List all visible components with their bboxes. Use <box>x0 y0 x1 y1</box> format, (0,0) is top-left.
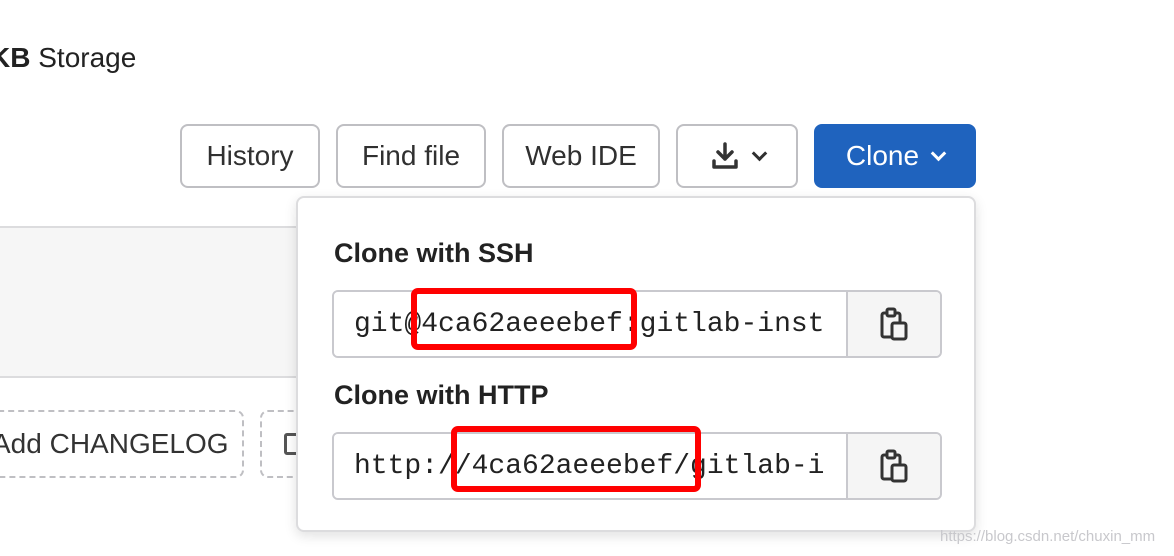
chevron-down-icon <box>930 145 947 161</box>
find-file-label: Find file <box>361 140 461 171</box>
copy-ssh-button[interactable] <box>846 292 940 356</box>
find-file-button[interactable]: Find file <box>336 124 486 188</box>
chevron-down-icon <box>751 145 767 161</box>
history-button[interactable]: History <box>180 124 320 188</box>
clone-http-title: Clone with HTTP <box>334 380 549 410</box>
web-ide-button[interactable]: Web IDE <box>502 124 660 188</box>
watermark: https://blog.csdn.net/chuxin_mm <box>940 528 1156 545</box>
page: KB Storage Add CHANGELOG History Find fi… <box>0 0 1174 556</box>
add-changelog-label: Add CHANGELOG <box>0 428 229 459</box>
storage-size: KB <box>0 42 31 73</box>
storage-stat[interactable]: KB Storage <box>0 42 136 74</box>
history-label: History <box>206 140 294 171</box>
copy-http-button[interactable] <box>846 434 940 498</box>
download-button[interactable] <box>676 124 798 188</box>
add-changelog-button[interactable]: Add CHANGELOG <box>0 410 244 478</box>
readme-panel <box>0 226 318 378</box>
clipboard-icon <box>880 449 908 483</box>
clone-button[interactable]: Clone <box>814 124 976 188</box>
ssh-url-field[interactable]: git@4ca62aeeebef:gitlab-inst <box>334 292 846 356</box>
web-ide-label: Web IDE <box>525 140 637 171</box>
clone-dropdown: Clone with SSH git@4ca62aeeebef:gitlab-i… <box>296 196 976 532</box>
clone-label: Clone <box>845 140 920 171</box>
clipboard-icon <box>880 307 908 341</box>
http-url-group: http://4ca62aeeebef/gitlab-i <box>332 432 942 500</box>
clone-ssh-title: Clone with SSH <box>334 238 534 268</box>
storage-label: Storage <box>38 42 137 73</box>
ssh-url-group: git@4ca62aeeebef:gitlab-inst <box>332 290 942 358</box>
http-url-field[interactable]: http://4ca62aeeebef/gitlab-i <box>334 434 846 498</box>
download-icon <box>711 142 738 169</box>
